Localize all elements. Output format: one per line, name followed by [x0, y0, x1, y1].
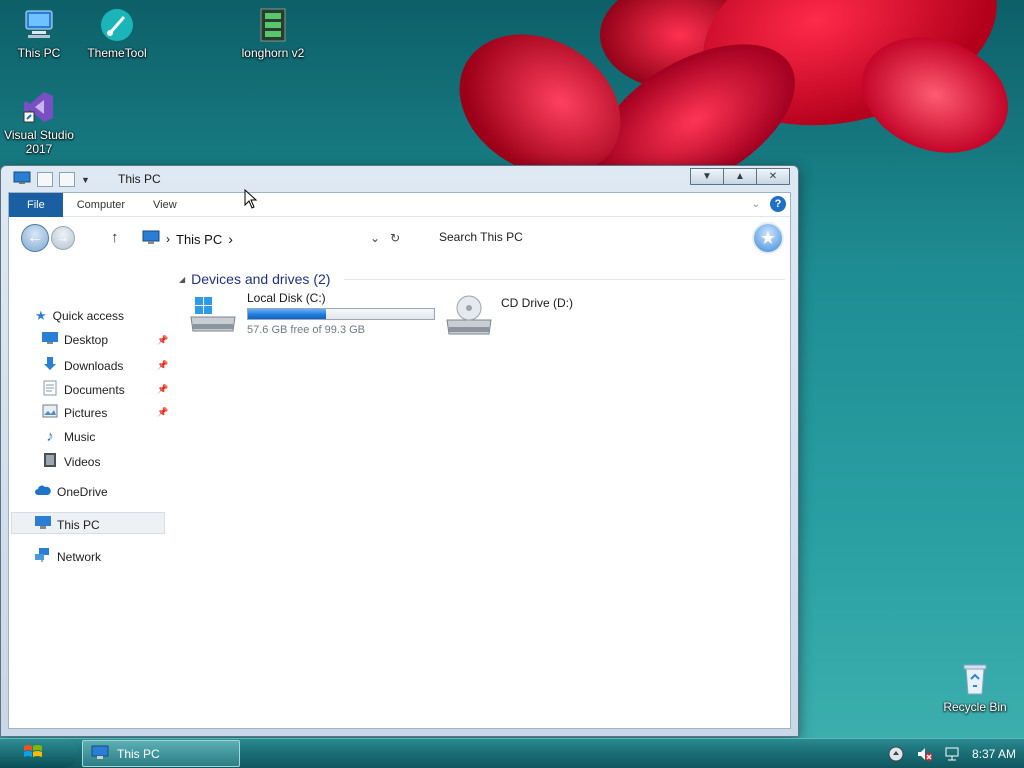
chevron-right-icon[interactable]: ›	[228, 231, 233, 247]
computer-icon	[13, 171, 31, 188]
music-icon: ♪	[46, 428, 54, 445]
drive-local-disk-c[interactable]: Local Disk (C:) 57.6 GB free of 99.3 GB	[189, 291, 435, 336]
desktop-icon-recycle-bin[interactable]: Recycle Bin	[936, 662, 1014, 714]
volume-muted-icon[interactable]	[916, 746, 932, 762]
maximize-button[interactable]: ▲	[723, 168, 757, 185]
star-icon: ★	[35, 308, 47, 323]
video-icon	[42, 452, 58, 471]
taskbar-button-this-pc[interactable]: This PC	[82, 740, 240, 767]
ribbon-controls: ⌄ ?	[752, 196, 786, 212]
navigation-bar: ← → ↑ › This PC › ⌄ ↻ Search This PC ★	[9, 217, 790, 259]
pin-icon[interactable]: 📌	[157, 407, 168, 418]
main-pane: ◢ Devices and drives (2) Local Disk (C:)…	[175, 259, 790, 728]
disk-usage-fill	[248, 309, 327, 319]
drive-name: CD Drive (D:)	[501, 296, 573, 310]
archive-icon	[256, 8, 290, 42]
window-title: This PC	[118, 172, 161, 186]
address-tools: ⌄ ↻	[370, 231, 400, 245]
sidebar-item-this-pc[interactable]: This PC	[35, 516, 100, 533]
sidebar-item-videos[interactable]: Videos	[42, 452, 100, 471]
tab-file[interactable]: File	[9, 192, 63, 217]
minimize-button[interactable]: ▼	[690, 168, 724, 185]
search-input[interactable]: Search This PC	[439, 230, 523, 244]
address-dropdown-icon[interactable]: ⌄	[370, 231, 380, 245]
action-center-icon[interactable]	[888, 746, 904, 762]
document-icon	[42, 380, 58, 399]
picture-icon	[42, 404, 58, 421]
sidebar-item-onedrive[interactable]: OneDrive	[35, 484, 108, 499]
collapse-triangle-icon[interactable]: ◢	[179, 275, 185, 284]
visual-studio-icon	[22, 90, 56, 124]
pin-icon[interactable]: 📌	[157, 360, 168, 371]
network-icon	[35, 548, 51, 565]
desktop-icon-this-pc[interactable]: This PC	[0, 8, 78, 60]
tab-computer[interactable]: Computer	[63, 193, 139, 217]
drive-name: Local Disk (C:)	[247, 291, 326, 305]
download-icon	[42, 356, 58, 375]
recycle-bin-icon	[958, 662, 992, 696]
taskbar: This PC 8:37 AM	[0, 738, 1024, 768]
cloud-icon	[35, 484, 51, 499]
clock[interactable]: 8:37 AM	[972, 747, 1016, 761]
expand-ribbon-icon[interactable]: ⌄	[752, 199, 760, 210]
sidebar-item-music[interactable]: ♪ Music	[42, 428, 95, 445]
computer-icon	[22, 8, 56, 42]
breadcrumb-this-pc[interactable]: This PC	[176, 232, 222, 247]
computer-icon	[35, 516, 51, 533]
up-button[interactable]: ↑	[111, 229, 119, 246]
group-divider	[344, 278, 785, 280]
computer-icon	[142, 230, 160, 248]
sidebar-item-pictures[interactable]: Pictures 📌	[42, 404, 168, 421]
desktop-icon-longhorn[interactable]: longhorn v2	[234, 8, 312, 60]
window-body: File Computer View ⌄ ? ← → ↑ › This PC ›…	[8, 192, 791, 729]
cd-drive-icon	[445, 294, 493, 339]
mouse-cursor	[244, 188, 258, 212]
tab-view[interactable]: View	[139, 193, 191, 217]
content-area: ★ Quick access Desktop 📌 Downloads 📌 Doc…	[9, 259, 790, 728]
sidebar-item-documents[interactable]: Documents 📌	[42, 380, 168, 399]
properties-icon[interactable]	[37, 172, 53, 187]
desktop-icon-visual-studio[interactable]: Visual Studio 2017	[0, 90, 78, 156]
help-icon[interactable]: ?	[770, 196, 786, 212]
breadcrumb[interactable]: › This PC ›	[142, 230, 233, 248]
desktop-icon	[42, 332, 58, 348]
navigation-pane: ★ Quick access Desktop 📌 Downloads 📌 Doc…	[9, 259, 171, 728]
chevron-right-icon[interactable]: ›	[166, 232, 170, 246]
chevron-down-icon[interactable]: ▼	[81, 175, 90, 185]
quick-access-toolbar: ▼	[13, 171, 90, 188]
back-button[interactable]: ←	[21, 224, 49, 252]
hard-drive-icon	[189, 291, 237, 336]
refresh-icon[interactable]: ↻	[390, 231, 400, 245]
sidebar-item-desktop[interactable]: Desktop 📌	[42, 332, 168, 348]
brush-icon	[100, 8, 134, 42]
drive-cd-d[interactable]: CD Drive (D:)	[445, 294, 573, 339]
disk-usage-bar	[247, 308, 435, 320]
close-button[interactable]: ✕	[756, 168, 790, 185]
favorites-star-icon[interactable]: ★	[752, 222, 784, 254]
sidebar-item-network[interactable]: Network	[35, 548, 101, 565]
desktop-icon-themetool[interactable]: ThemeTool	[78, 8, 156, 60]
new-folder-icon[interactable]	[59, 172, 75, 187]
explorer-window: ▼ This PC ▼ ▲ ✕ File Computer View ⌄ ? ←…	[0, 165, 799, 737]
caption-buttons: ▼ ▲ ✕	[690, 168, 790, 185]
group-header-devices[interactable]: ◢ Devices and drives (2)	[179, 271, 785, 287]
pin-icon[interactable]: 📌	[157, 335, 168, 346]
forward-button[interactable]: →	[51, 226, 75, 250]
computer-icon	[91, 745, 109, 763]
drive-free-space: 57.6 GB free of 99.3 GB	[247, 324, 366, 336]
start-button[interactable]	[0, 739, 78, 768]
windows-logo-icon	[22, 742, 44, 765]
sidebar-item-quick-access[interactable]: ★ Quick access	[35, 308, 124, 324]
pin-icon[interactable]: 📌	[157, 384, 168, 395]
ribbon-tabs: File Computer View ⌄ ?	[9, 192, 790, 217]
sidebar-item-downloads[interactable]: Downloads 📌	[42, 356, 168, 375]
title-bar[interactable]: ▼ This PC ▼ ▲ ✕	[1, 166, 798, 192]
network-status-icon[interactable]	[944, 746, 960, 762]
system-tray: 8:37 AM	[888, 739, 1016, 768]
